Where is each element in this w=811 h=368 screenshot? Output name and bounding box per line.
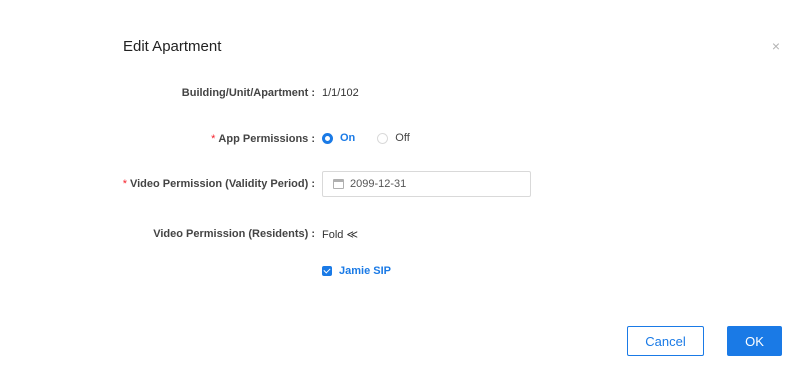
- video-residents-label: Video Permission (Residents) :: [153, 228, 315, 240]
- app-permissions-label-text: App Permissions :: [218, 133, 315, 145]
- radio-off-indicator[interactable]: [377, 132, 389, 144]
- app-permissions-row: * App Permissions : On Off: [0, 128, 811, 152]
- dialog-title: Edit Apartment: [123, 38, 222, 55]
- video-validity-label-text: Video Permission (Validity Period) :: [129, 178, 315, 190]
- radio-on-indicator[interactable]: [322, 132, 333, 144]
- radio-off[interactable]: Off: [377, 132, 410, 144]
- video-residents-row: Video Permission (Residents) : Fold ≪: [0, 223, 811, 247]
- building-row: Building/Unit/Apartment : 1/1/102: [0, 82, 811, 106]
- video-validity-label: * Video Permission (Validity Period) :: [123, 178, 315, 190]
- validity-date-value[interactable]: 2099-12-31: [350, 178, 406, 190]
- edit-apartment-dialog: Edit Apartment × Building/Unit/Apartment…: [0, 0, 811, 368]
- ok-button[interactable]: OK: [727, 326, 782, 356]
- required-mark: *: [211, 133, 216, 145]
- building-label: Building/Unit/Apartment :: [181, 87, 315, 99]
- video-validity-row: * Video Permission (Validity Period) : 20…: [0, 171, 811, 197]
- checkbox-checked-icon[interactable]: [322, 266, 332, 276]
- validity-date-input[interactable]: 2099-12-31: [322, 171, 531, 197]
- required-mark: *: [122, 178, 127, 190]
- building-value: 1/1/102: [322, 87, 359, 99]
- cancel-button[interactable]: Cancel: [627, 326, 704, 356]
- close-icon[interactable]: ×: [770, 39, 782, 53]
- resident-checkbox-jamie-sip[interactable]: Jamie SIP: [322, 265, 391, 277]
- fold-toggle[interactable]: Fold ≪: [322, 228, 358, 241]
- radio-off-label[interactable]: Off: [395, 132, 409, 144]
- radio-on[interactable]: On: [322, 132, 355, 144]
- calendar-icon: [333, 179, 344, 189]
- app-permissions-radio-group: On Off: [322, 132, 432, 144]
- app-permissions-label: * App Permissions :: [211, 133, 315, 145]
- radio-on-label[interactable]: On: [340, 132, 355, 144]
- resident-name[interactable]: Jamie SIP: [339, 265, 391, 277]
